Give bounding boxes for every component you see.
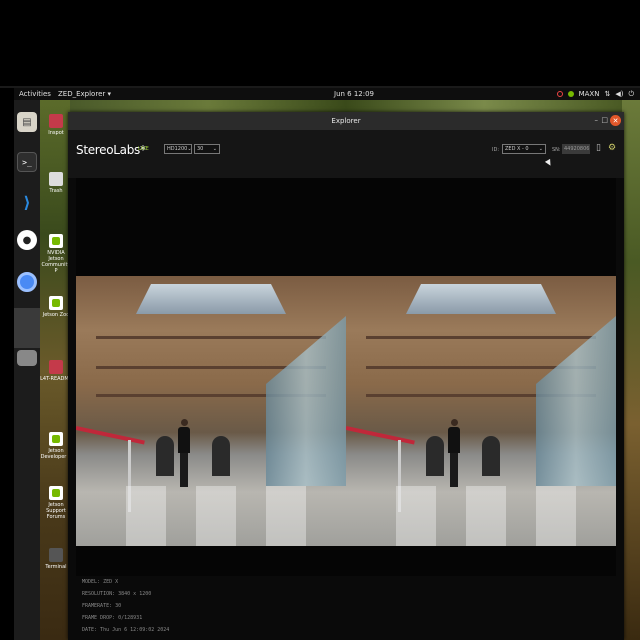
right-camera-feed: [346, 276, 616, 546]
desktop-icon-label: Jetson Support Forums: [46, 502, 66, 520]
nvidia-icon: [49, 486, 63, 500]
settings-gear-icon[interactable]: ⚙: [608, 142, 617, 154]
info-model: MODEL: ZED X: [82, 579, 119, 585]
zed-explorer-icon[interactable]: [14, 308, 40, 348]
app-header: StereoLabs* LIVE HD1200 ⌄ 30 ⌄ ID: ZED X…: [68, 130, 624, 178]
live-badge: LIVE: [138, 146, 149, 152]
nvidia-icon: [49, 432, 63, 446]
nvidia-icon[interactable]: [567, 91, 574, 97]
fps-value: 30: [197, 146, 204, 152]
desktop-icon-label: Inspot: [48, 130, 64, 136]
obs-icon[interactable]: ●: [17, 230, 37, 250]
desktop-icon-label: Trash: [49, 188, 63, 194]
files-icon[interactable]: ▤: [17, 112, 37, 132]
desktop-icon-label: Jetson Developer Z: [40, 448, 72, 460]
window-titlebar[interactable]: Explorer – □ ✕: [68, 112, 624, 130]
wallpaper-strip: [70, 100, 622, 112]
record-icon[interactable]: [556, 91, 563, 97]
maximize-button[interactable]: □: [601, 116, 608, 124]
close-button[interactable]: ✕: [610, 115, 621, 126]
chromium-icon[interactable]: [17, 272, 37, 292]
camera-id-label: ID:: [492, 147, 500, 153]
info-framerate: FRAMERATE: 30: [82, 603, 122, 609]
left-camera-feed: [76, 276, 346, 546]
activities-button[interactable]: Activities: [19, 90, 51, 98]
minimize-button[interactable]: –: [595, 116, 599, 124]
stereo-viewer: [76, 178, 616, 576]
person-figure: [448, 419, 460, 489]
system-tray[interactable]: MAXN ⇅ ◀) ⏻: [556, 90, 634, 99]
explorer-window: Explorer – □ ✕ StereoLabs* LIVE HD1200 ⌄…: [68, 112, 624, 640]
info-resolution: RESOLUTION: 3840 x 1200: [82, 591, 152, 597]
nvidia-icon: [49, 296, 63, 310]
volume-icon[interactable]: ◀): [615, 90, 623, 98]
desktop-icon-label: Jetson Zoo: [42, 312, 70, 318]
drive-icon[interactable]: [17, 350, 37, 366]
nvidia-icon: [49, 234, 63, 248]
battery-icon[interactable]: ▯: [596, 142, 605, 154]
vscode-icon[interactable]: ⟩: [17, 192, 37, 212]
resolution-value: HD1200: [167, 146, 188, 152]
serial-number-label: SN:: [552, 147, 561, 153]
network-icon[interactable]: ⇅: [604, 90, 610, 98]
drive-icon: [49, 360, 63, 374]
terminal-icon: [49, 548, 63, 562]
resolution-select[interactable]: HD1200 ⌄: [164, 144, 192, 154]
top-panel: Activities ZED_Explorer ▾ Jun 6 12:09 MA…: [14, 88, 640, 100]
camera-info-panel: MODEL: ZED X RESOLUTION: 3840 x 1200 FRA…: [82, 576, 169, 636]
terminal-icon[interactable]: >_: [17, 152, 37, 172]
camera-id-value: ZED X - 0: [505, 146, 529, 152]
desktop-icon-label: NVIDIA Jetson Community P: [41, 250, 71, 274]
power-mode-label[interactable]: MAXN: [579, 90, 600, 98]
trash-icon: [49, 172, 63, 186]
desktop-icon-label: Terminal: [45, 564, 67, 570]
dock: ▤ >_ ⟩ ●: [14, 100, 40, 640]
info-date: DATE: Thu Jun 6 12:09:02 2024: [82, 627, 170, 633]
app-menu[interactable]: ZED_Explorer ▾: [58, 90, 111, 98]
chevron-down-icon: ⌄: [187, 146, 192, 152]
camera-id-select[interactable]: ZED X - 0 ⌄: [502, 144, 546, 154]
wallpaper-right: [622, 100, 640, 640]
serial-number-field: 44920806: [562, 144, 590, 154]
power-icon[interactable]: ⏻: [628, 90, 634, 99]
chevron-down-icon: ⌄: [538, 146, 543, 152]
fps-select[interactable]: 30 ⌄: [194, 144, 220, 154]
window-title: Explorer: [331, 117, 361, 125]
info-frame-drop: FRAME DROP: 0/128931: [82, 615, 143, 621]
stereolabs-logo: StereoLabs*: [76, 143, 146, 157]
clock[interactable]: Jun 6 12:09: [334, 90, 374, 98]
person-figure: [178, 419, 190, 489]
nvidia-icon: [49, 114, 63, 128]
chevron-down-icon: ⌄: [212, 146, 217, 152]
